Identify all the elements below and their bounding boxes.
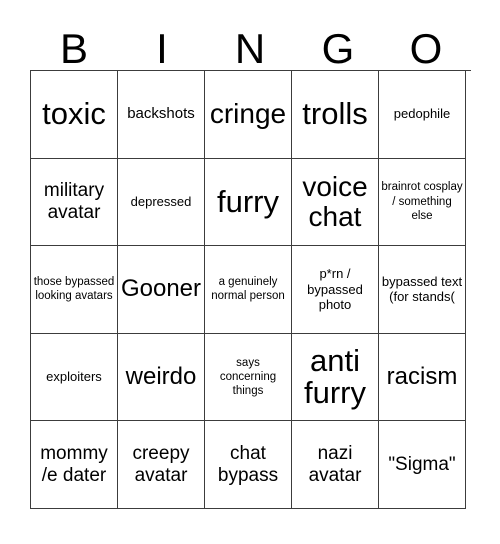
bingo-cell[interactable]: furry [205,158,292,247]
bingo-row: toxic backshots cringe trolls pedophile [31,71,471,159]
bingo-row: exploiters weirdo says concerning things… [31,333,471,422]
bingo-cell[interactable]: anti furry [292,333,379,422]
bingo-cell-label: backshots [127,105,195,123]
bingo-cell[interactable]: mommy /e dater [31,421,118,509]
bingo-cell[interactable]: weirdo [118,333,205,422]
bingo-header-letter-n: N [234,25,266,72]
bingo-cell[interactable]: those bypassed looking avatars [31,246,118,334]
bingo-cell[interactable]: toxic [31,71,118,159]
bingo-cell[interactable]: Gooner [118,246,205,334]
bingo-cell[interactable]: says concerning things [205,333,292,422]
bingo-cell-label: p*rn / bypassed photo [307,265,363,313]
bingo-header-letter-g: G [321,25,355,72]
bingo-cell[interactable]: bypassed text (for stands( [379,246,466,334]
bingo-cell-label: military avatar [43,180,105,223]
bingo-cell-label: Gooner [120,275,202,303]
bingo-cell-label: voice chat [302,170,368,232]
bingo-cell-label: creepy avatar [132,443,190,486]
bingo-cell[interactable]: trolls [292,71,379,159]
bingo-cell[interactable]: p*rn / bypassed photo [292,246,379,334]
bingo-cell-label: cringe [209,98,287,130]
bingo-cell-label: "Sigma" [388,453,456,475]
bingo-cell-label: those bypassed looking avatars [33,276,115,303]
bingo-cell-label: racism [386,362,458,390]
bingo-cell-label: a genuinely normal person [211,276,285,303]
bingo-cell-label: weirdo [125,362,197,390]
bingo-cell-label: pedophile [393,106,451,122]
bingo-cell-label: brainrot cosplay / something else [381,181,463,223]
bingo-cell[interactable]: a genuinely normal person [205,246,292,334]
bingo-cell-label: bypassed text (for stands( [381,273,463,305]
bingo-cell-label: exploiters [46,369,102,385]
bingo-cell[interactable]: nazi avatar [292,421,379,509]
bingo-cell[interactable]: racism [379,333,466,422]
bingo-cell[interactable]: exploiters [31,333,118,422]
bingo-cell[interactable]: creepy avatar [118,421,205,509]
bingo-cell[interactable]: cringe [205,71,292,159]
bingo-cell[interactable]: backshots [118,71,205,159]
bingo-row: those bypassed looking avatars Gooner a … [31,246,471,334]
bingo-cell-label: toxic [42,96,106,132]
bingo-card: B I N G O toxic backshots cringe trolls … [30,12,471,509]
bingo-header-letter-b: B [59,25,88,72]
bingo-cell-label: chat bypass [217,443,279,486]
bingo-cell[interactable]: chat bypass [205,421,292,509]
bingo-cell[interactable]: voice chat [292,158,379,247]
bingo-cell[interactable]: "Sigma" [379,421,466,509]
bingo-header-letter-i: I [156,25,168,72]
bingo-cell-label: trolls [302,96,368,132]
bingo-header-letter-o: O [409,25,443,72]
bingo-cell[interactable]: brainrot cosplay / something else [379,158,466,247]
bingo-cell[interactable]: depressed [118,158,205,247]
bingo-row: mommy /e dater creepy avatar chat bypass… [31,421,471,509]
bingo-cell-label: says concerning things [219,356,277,398]
bingo-cell[interactable]: military avatar [31,158,118,247]
bingo-grid: toxic backshots cringe trolls pedophile … [30,70,471,509]
bingo-row: military avatar depressed furry voice ch… [31,158,471,247]
bingo-cell-label: furry [217,183,279,219]
bingo-cell-label: nazi avatar [308,443,362,486]
bingo-cell[interactable]: pedophile [379,71,466,159]
bingo-header-row: B I N G O [30,12,470,70]
bingo-cell-label: mommy /e dater [40,443,108,486]
bingo-cell-label: depressed [130,193,192,209]
bingo-cell-label: anti furry [304,342,366,411]
